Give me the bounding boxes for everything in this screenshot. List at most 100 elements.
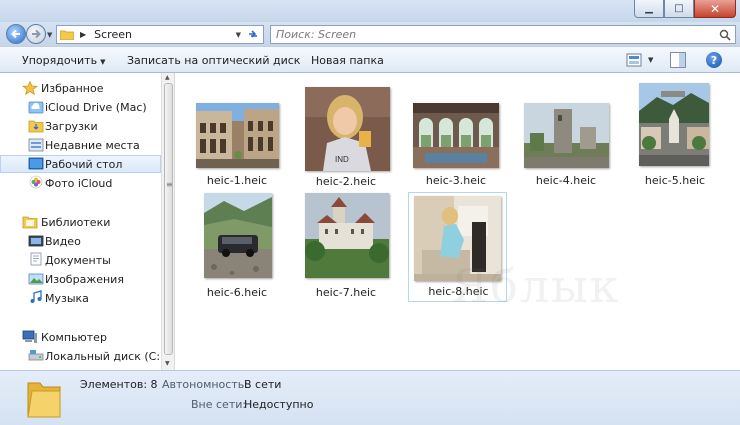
autonomy-value: В сети [244, 378, 282, 391]
icloud-drive-icon [28, 101, 44, 114]
nav-item-downloads[interactable]: Загрузки [0, 117, 161, 135]
close-icon: ✕ [709, 1, 721, 16]
close-button[interactable]: ✕ [694, 0, 736, 18]
nav-computer-header[interactable]: Компьютер [0, 328, 161, 346]
nav-item-music[interactable]: Музыка [0, 289, 161, 307]
folder-icon [60, 30, 74, 40]
details-pane: Элементов: 8 Автономность: В сети Вне се… [0, 370, 740, 425]
image-thumbnail [196, 103, 279, 168]
scroll-up-icon[interactable]: ▲ [165, 74, 170, 81]
file-name: heic-7.heic [315, 286, 377, 299]
recent-pages-dropdown[interactable]: ▼ [47, 31, 52, 39]
file-item[interactable]: heic-5.heic [627, 83, 723, 191]
navigation-pane: Избранное iCloud Drive (Mac) Загрузки Не… [0, 73, 161, 370]
organize-label: Упорядочить [22, 54, 98, 67]
search-icon [719, 29, 731, 41]
file-name: heic-1.heic [206, 174, 268, 187]
nav-item-pictures[interactable]: Изображения [0, 270, 161, 288]
nav-item-documents[interactable]: Документы [0, 251, 161, 269]
file-name: heic-4.heic [535, 174, 597, 187]
image-thumbnail: IND [305, 87, 390, 171]
command-bar: Упорядочить ▼ Записать на оптический диск… [0, 46, 740, 73]
file-name: heic-3.heic [425, 174, 487, 187]
address-bar[interactable]: ▶ Screen ▼ [56, 25, 264, 44]
file-name: heic-6.heic [206, 286, 268, 299]
breadcrumb-separator-icon: ▶ [80, 30, 87, 39]
documents-library-icon [30, 252, 42, 266]
minimize-icon: ▁ [645, 2, 653, 14]
search-placeholder: Поиск: Screen [276, 28, 357, 41]
image-thumbnail [413, 103, 499, 168]
window-controls: ▁ □ ✕ [634, 0, 736, 18]
nav-item-label: iCloud Drive (Mac) [45, 100, 147, 114]
offline-value: Недоступно [244, 398, 314, 411]
file-item[interactable]: heic-4.heic [518, 103, 614, 211]
new-folder-button[interactable]: Новая папка [311, 54, 384, 67]
desktop-icon [28, 157, 44, 170]
nav-item-label: Изображения [45, 272, 124, 286]
image-thumbnail [639, 83, 709, 166]
nav-libraries-header[interactable]: Библиотеки [0, 213, 161, 231]
nav-item-label: Музыка [45, 291, 89, 305]
breadcrumb-current[interactable]: Screen [94, 28, 132, 41]
nav-favorites-header[interactable]: Избранное [0, 79, 161, 97]
address-row: ▼ ▶ Screen ▼ Поиск: Screen [0, 22, 740, 46]
nav-item-icloud-drive[interactable]: iCloud Drive (Mac) [0, 98, 161, 116]
downloads-folder-icon [28, 120, 44, 133]
image-thumbnail [204, 193, 272, 278]
refresh-button[interactable] [245, 27, 260, 42]
file-view[interactable]: heic-1.heic IND heic-2.heic heic-3.heic [175, 73, 740, 370]
image-thumbnail [524, 103, 609, 168]
grip-icon: ≡ [166, 180, 173, 189]
file-item[interactable]: heic-7.heic [298, 193, 394, 301]
scroll-down-icon[interactable]: ▼ [165, 360, 170, 367]
local-disk-icon [28, 350, 44, 361]
watermark: Яблык [451, 259, 621, 313]
nav-item-icloud-photos[interactable]: Фото iCloud [0, 174, 161, 192]
pictures-library-icon [28, 273, 44, 285]
nav-item-label: Фото iCloud [45, 176, 113, 190]
computer-icon [22, 330, 37, 343]
navigation-scrollbar[interactable]: ▲ ≡ ▼ [161, 73, 175, 370]
preview-pane-toggle[interactable] [670, 52, 686, 68]
forward-button[interactable] [26, 24, 46, 44]
nav-item-label: Загрузки [45, 119, 98, 133]
music-library-icon [30, 290, 42, 303]
view-options-dropdown[interactable]: ▼ [648, 56, 653, 64]
svg-text:IND: IND [335, 155, 349, 164]
maximize-button[interactable]: □ [664, 0, 694, 18]
address-history-dropdown[interactable]: ▼ [236, 31, 241, 39]
nav-computer-label: Компьютер [41, 330, 107, 344]
nav-item-desktop[interactable]: Рабочий стол [0, 155, 161, 173]
recent-places-icon [28, 138, 44, 152]
nav-item-local-disk[interactable]: Локальный диск (C:) [0, 347, 161, 365]
star-icon [22, 81, 38, 95]
change-view-icon[interactable] [626, 53, 642, 67]
file-name: heic-5.heic [644, 174, 706, 187]
help-button[interactable]: ? [706, 52, 722, 68]
item-count: Элементов: 8 [80, 378, 158, 391]
libraries-icon [22, 216, 38, 229]
scrollbar-thumb[interactable] [164, 83, 173, 355]
refresh-icon [248, 29, 257, 38]
file-name: heic-2.heic [315, 175, 377, 188]
file-item[interactable]: heic-6.heic [189, 193, 285, 301]
nav-item-label: Видео [45, 234, 81, 248]
minimize-button[interactable]: ▁ [634, 0, 664, 18]
nav-favorites-label: Избранное [41, 81, 104, 95]
search-input[interactable]: Поиск: Screen [270, 25, 736, 44]
arrow-left-icon [11, 29, 20, 39]
nav-item-recent-places[interactable]: Недавние места [0, 136, 161, 154]
burn-disc-button[interactable]: Записать на оптический диск [127, 54, 300, 67]
nav-item-label: Локальный диск (C:) [45, 349, 161, 363]
nav-item-label: Документы [45, 253, 111, 267]
image-thumbnail [305, 193, 389, 278]
organize-button[interactable]: Упорядочить ▼ [22, 54, 106, 67]
offline-key: Вне сети: [191, 398, 247, 411]
back-button[interactable] [6, 24, 26, 44]
chevron-down-icon: ▼ [100, 58, 106, 66]
maximize-icon: □ [674, 2, 684, 14]
nav-item-videos[interactable]: Видео [0, 232, 161, 250]
file-item[interactable]: IND heic-2.heic [298, 87, 394, 195]
nav-item-label: Недавние места [45, 138, 140, 152]
